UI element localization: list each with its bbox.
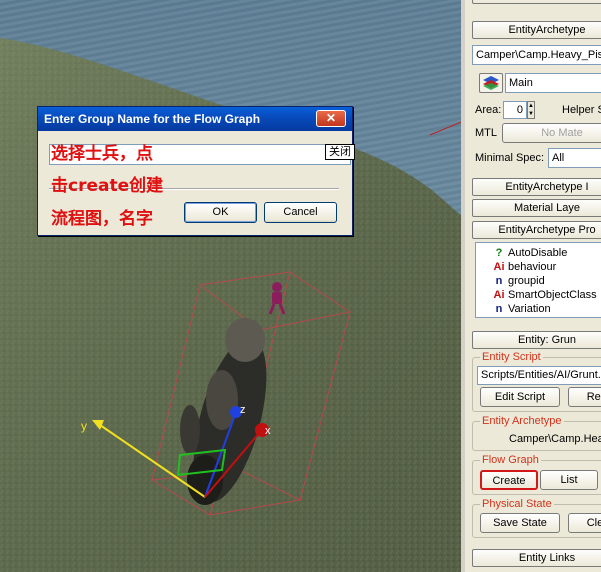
entity-header[interactable]: Entity: Grun: [472, 331, 601, 349]
save-state-button[interactable]: Save State: [480, 513, 560, 533]
close-icon: ✕: [325, 111, 337, 125]
script-path-field[interactable]: Scripts/Entities/AI/Grunt.l: [477, 366, 601, 385]
material-layers-header[interactable]: Material Laye: [472, 199, 601, 217]
flow-graph-name-dialog: Enter Group Name for the Flow Graph ✕ 关闭…: [37, 106, 355, 236]
axis-label-y: y: [81, 419, 87, 433]
cancel-button[interactable]: Cancel: [264, 202, 337, 223]
archetype-path-field[interactable]: Camper\Camp.Heavy_Pistol: [472, 45, 601, 65]
property-row[interactable]: Ai behaviour: [476, 260, 601, 274]
ime-close-tooltip[interactable]: 关闭: [325, 144, 355, 160]
dialog-titlebar[interactable]: Enter Group Name for the Flow Graph ✕: [38, 107, 352, 131]
minspec-select[interactable]: All: [548, 148, 601, 168]
number-icon: n: [495, 303, 503, 315]
property-row[interactable]: n groupid: [476, 274, 601, 288]
archetype-value: Camper\Camp.Heav: [509, 433, 601, 445]
axis-label-x: x: [265, 425, 271, 437]
help-icon: ?: [495, 247, 503, 259]
archetype-props-header[interactable]: EntityArchetype Pro: [472, 221, 601, 239]
layer-field[interactable]: Main: [505, 73, 601, 93]
clear-state-button[interactable]: Clea: [568, 513, 601, 533]
ok-button[interactable]: OK: [184, 202, 257, 223]
layers-icon: [483, 76, 499, 90]
mtl-label: MTL: [475, 127, 497, 139]
entity-script-title: Entity Script: [480, 351, 543, 363]
number-icon: n: [495, 275, 503, 287]
edit-script-button[interactable]: Edit Script: [480, 387, 560, 407]
area-label: Area:: [475, 104, 502, 116]
viewport-3d[interactable]: y z x Enter Group Name for the Flow Grap…: [0, 0, 461, 572]
property-row[interactable]: Ai SmartObjectClass: [476, 288, 601, 302]
spin-up-icon: ▲: [528, 103, 534, 109]
property-name: AutoDisable: [508, 247, 568, 259]
property-name: Variation: [508, 303, 551, 315]
ai-icon: Ai: [493, 289, 505, 301]
ai-icon: Ai: [493, 261, 505, 273]
minspec-label: Minimal Spec:: [475, 152, 545, 164]
axis-label-z: z: [240, 404, 246, 416]
dialog-title: Enter Group Name for the Flow Graph: [44, 112, 261, 126]
property-row[interactable]: ? AutoDisable: [476, 246, 601, 260]
annotation-line-3: 流程图，名字: [51, 209, 153, 229]
annotation-line-1: 选择士兵，点: [51, 144, 153, 164]
close-button[interactable]: ✕: [316, 110, 346, 127]
list-flow-graphs-button[interactable]: List: [540, 470, 598, 490]
flow-graph-title: Flow Graph: [480, 454, 541, 466]
layer-button[interactable]: [479, 73, 503, 93]
archetype-info-header[interactable]: EntityArchetype I: [472, 178, 601, 196]
reload-script-button[interactable]: Relo: [568, 387, 601, 407]
annotation-line-2: 击create创建: [51, 176, 164, 196]
area-input[interactable]: 0: [503, 101, 527, 119]
spin-down-icon: ▼: [528, 111, 534, 117]
entity-archetype-title: Entity Archetype: [480, 415, 564, 427]
helper-label: Helper S: [562, 104, 601, 116]
terrain-scene: y z x: [0, 38, 461, 572]
create-flow-graph-button[interactable]: Create: [480, 470, 538, 490]
entity-links-header[interactable]: Entity Links: [472, 549, 601, 567]
top-partial-button[interactable]: [472, 0, 601, 4]
property-name: behaviour: [508, 261, 557, 273]
rollup-panel: EntityArchetype Camper\Camp.Heavy_Pistol…: [461, 0, 601, 572]
properties-list[interactable]: ? AutoDisable Ai behaviour n groupid Ai SmartOb…: [475, 242, 601, 318]
mtl-button[interactable]: No Mate: [502, 123, 601, 143]
property-row[interactable]: n Variation: [476, 302, 601, 316]
area-spinner[interactable]: ▲ ▼: [527, 101, 535, 119]
property-name: SmartObjectClass: [508, 289, 597, 301]
entity-archetype-header[interactable]: EntityArchetype: [472, 21, 601, 39]
property-name: groupid: [508, 275, 545, 287]
physical-state-title: Physical State: [480, 498, 554, 510]
